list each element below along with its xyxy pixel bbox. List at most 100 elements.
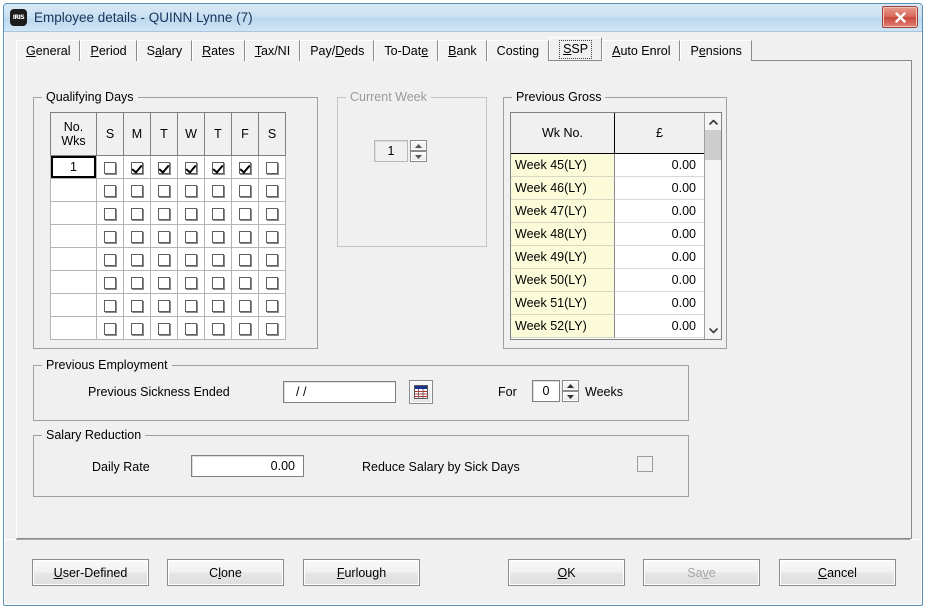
qd-day-checkbox[interactable] <box>104 161 116 174</box>
previous-gross-amount-cell[interactable]: 0.00 <box>615 200 704 223</box>
daily-rate-input[interactable]: 0.00 <box>191 455 304 477</box>
qd-day-cell[interactable] <box>96 224 124 248</box>
previous-gross-week-cell[interactable]: Week 50(LY) <box>511 269 615 292</box>
qd-day-checkbox[interactable] <box>239 276 251 289</box>
qd-day-cell[interactable] <box>231 224 259 248</box>
previous-gross-row[interactable]: Week 46(LY) 0.00 <box>511 177 704 200</box>
qd-day-cell[interactable] <box>150 155 178 179</box>
qd-day-checkbox[interactable] <box>266 161 278 174</box>
close-button[interactable] <box>882 6 918 28</box>
current-week-spin-buttons[interactable] <box>410 140 427 162</box>
qd-no-wks-cell[interactable] <box>50 293 97 317</box>
qd-day-checkbox[interactable] <box>212 299 224 312</box>
qd-day-checkbox[interactable] <box>131 322 143 335</box>
previous-gross-row[interactable]: Week 52(LY) 0.00 <box>511 315 704 338</box>
qd-day-checkbox[interactable] <box>266 184 278 197</box>
qd-no-wks-cell[interactable]: 1 <box>50 155 97 179</box>
qd-day-checkbox[interactable] <box>131 184 143 197</box>
qd-no-wks-cell[interactable] <box>50 316 97 340</box>
qd-day-cell[interactable] <box>150 201 178 225</box>
previous-gross-week-cell[interactable]: Week 48(LY) <box>511 223 615 246</box>
previous-gross-week-cell[interactable]: Week 49(LY) <box>511 246 615 269</box>
qd-day-checkbox[interactable] <box>212 230 224 243</box>
qd-day-checkbox[interactable] <box>158 230 170 243</box>
qd-no-wks-cell[interactable] <box>50 270 97 294</box>
qd-day-checkbox[interactable] <box>212 207 224 220</box>
reduce-salary-checkbox[interactable] <box>637 456 653 472</box>
qd-day-checkbox[interactable] <box>104 276 116 289</box>
previous-gross-amount-cell[interactable]: 0.00 <box>615 292 704 315</box>
weeks-spin-up-button[interactable] <box>562 380 579 391</box>
previous-gross-row[interactable]: Week 51(LY) 0.00 <box>511 292 704 315</box>
qd-day-checkbox[interactable] <box>239 230 251 243</box>
previous-gross-week-cell[interactable]: Week 47(LY) <box>511 200 615 223</box>
qd-day-cell[interactable] <box>231 247 259 271</box>
qd-day-cell[interactable] <box>123 270 151 294</box>
qd-day-cell[interactable] <box>258 224 286 248</box>
save-button[interactable]: Sa v e <box>643 559 760 586</box>
qd-day-cell[interactable] <box>177 247 205 271</box>
qd-day-checkbox[interactable] <box>239 322 251 335</box>
current-week-stepper[interactable]: 1 <box>374 140 427 162</box>
qd-day-cell[interactable] <box>258 155 286 179</box>
qd-day-checkbox[interactable] <box>266 207 278 220</box>
qd-day-checkbox[interactable] <box>239 253 251 266</box>
tab-general[interactable]: General <box>16 40 81 61</box>
tab-period[interactable]: Period <box>80 40 137 61</box>
qd-day-checkbox[interactable] <box>185 322 197 335</box>
qd-row[interactable] <box>50 316 286 340</box>
previous-gross-amount-cell[interactable]: 0.00 <box>615 177 704 200</box>
furlough-button[interactable]: Furlough <box>303 559 420 586</box>
tab-rates[interactable]: Rates <box>192 40 245 61</box>
qd-day-checkbox[interactable] <box>131 276 143 289</box>
qd-day-checkbox[interactable] <box>158 299 170 312</box>
qd-day-cell[interactable] <box>231 155 259 179</box>
qd-day-checkbox[interactable] <box>266 299 278 312</box>
qd-row[interactable] <box>50 224 286 248</box>
scroll-down-button[interactable] <box>705 322 721 339</box>
qd-row[interactable] <box>50 178 286 202</box>
qd-day-checkbox[interactable] <box>104 322 116 335</box>
qd-day-cell[interactable] <box>123 224 151 248</box>
qd-day-cell[interactable] <box>204 155 232 179</box>
qd-day-checkbox[interactable] <box>158 161 170 174</box>
qd-day-cell[interactable] <box>177 155 205 179</box>
tab-ssp[interactable]: SSP <box>549 37 603 60</box>
qd-row[interactable]: 1 <box>50 155 286 179</box>
qd-day-checkbox[interactable] <box>212 276 224 289</box>
tab-pay-deds[interactable]: Pay/Deds <box>300 40 375 61</box>
qd-day-checkbox[interactable] <box>185 253 197 266</box>
qd-day-cell[interactable] <box>177 201 205 225</box>
tab-to-date[interactable]: To-Date <box>374 40 439 61</box>
qd-day-checkbox[interactable] <box>104 299 116 312</box>
previous-gross-amount-cell[interactable]: 0.00 <box>615 269 704 292</box>
weeks-stepper[interactable]: 0 <box>532 380 579 402</box>
weeks-input[interactable]: 0 <box>532 380 560 402</box>
previous-gross-amount-cell[interactable]: 0.00 <box>615 315 704 338</box>
qd-day-cell[interactable] <box>204 201 232 225</box>
qd-day-checkbox[interactable] <box>131 299 143 312</box>
spin-up-button[interactable] <box>410 140 427 151</box>
qd-day-cell[interactable] <box>204 178 232 202</box>
tab-bank[interactable]: Bank <box>438 40 487 61</box>
clone-button[interactable]: Cl one <box>167 559 284 586</box>
weeks-spin-down-button[interactable] <box>562 391 579 402</box>
qd-day-checkbox[interactable] <box>266 322 278 335</box>
tab-salary[interactable]: Salary <box>136 40 193 61</box>
qd-day-cell[interactable] <box>231 316 259 340</box>
calendar-picker-button[interactable] <box>409 380 433 404</box>
qd-day-checkbox[interactable] <box>131 161 143 174</box>
qd-day-checkbox[interactable] <box>131 207 143 220</box>
qd-day-checkbox[interactable] <box>158 322 170 335</box>
qd-day-cell[interactable] <box>123 247 151 271</box>
qd-day-cell[interactable] <box>96 178 124 202</box>
qd-day-checkbox[interactable] <box>158 253 170 266</box>
tab-auto-enrol[interactable]: Auto Enrol <box>602 40 681 61</box>
qd-day-checkbox[interactable] <box>185 230 197 243</box>
qd-day-checkbox[interactable] <box>185 299 197 312</box>
qd-day-checkbox[interactable] <box>212 161 224 174</box>
qd-day-checkbox[interactable] <box>185 276 197 289</box>
qd-row[interactable] <box>50 293 286 317</box>
qd-day-cell[interactable] <box>177 293 205 317</box>
qd-day-cell[interactable] <box>96 247 124 271</box>
